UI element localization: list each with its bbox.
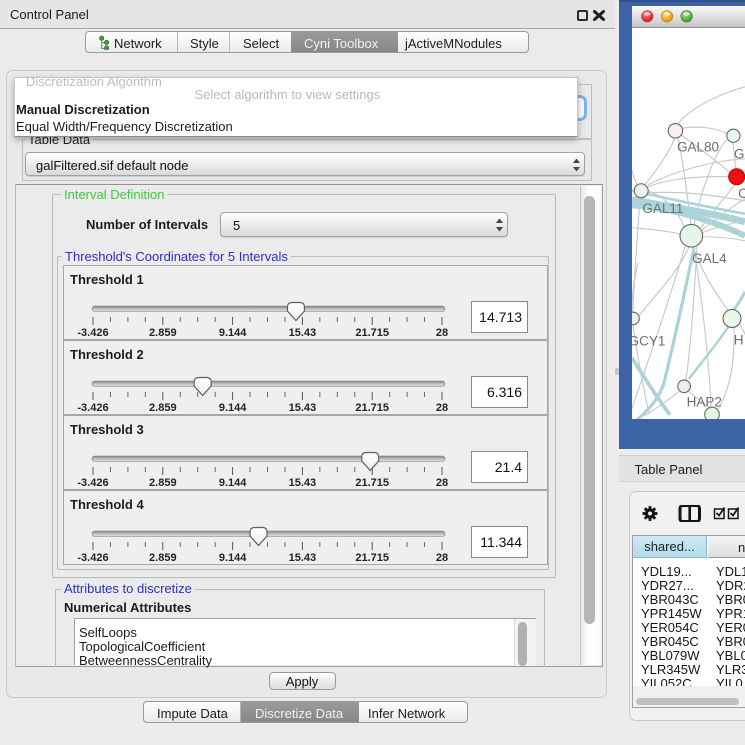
svg-text:GAL4: GAL4 bbox=[692, 250, 727, 265]
svg-text:28: 28 bbox=[436, 552, 448, 564]
svg-text:15.43: 15.43 bbox=[289, 327, 317, 339]
svg-text:GCY1: GCY1 bbox=[632, 333, 665, 348]
svg-text:-3.426: -3.426 bbox=[77, 552, 108, 564]
svg-text:21.715: 21.715 bbox=[355, 402, 389, 414]
svg-text:9.144: 9.144 bbox=[219, 552, 247, 564]
svg-text:H: H bbox=[734, 332, 744, 347]
svg-text:C: C bbox=[738, 186, 745, 201]
svg-text:GAL80: GAL80 bbox=[677, 139, 719, 154]
svg-text:HAP2: HAP2 bbox=[687, 394, 722, 409]
svg-text:21.715: 21.715 bbox=[355, 327, 389, 339]
svg-text:-3.426: -3.426 bbox=[77, 402, 108, 414]
svg-text:2.859: 2.859 bbox=[149, 477, 177, 489]
svg-text:21.715: 21.715 bbox=[355, 552, 389, 564]
svg-text:2.859: 2.859 bbox=[149, 327, 177, 339]
svg-text:28: 28 bbox=[436, 477, 448, 489]
svg-text:G..: G.. bbox=[734, 146, 745, 161]
svg-text:28: 28 bbox=[436, 402, 448, 414]
svg-text:9.144: 9.144 bbox=[219, 477, 247, 489]
svg-text:-3.426: -3.426 bbox=[77, 477, 108, 489]
svg-text:15.43: 15.43 bbox=[289, 477, 317, 489]
svg-text:21.715: 21.715 bbox=[355, 477, 389, 489]
svg-text:15.43: 15.43 bbox=[289, 402, 317, 414]
svg-text:2.859: 2.859 bbox=[149, 552, 177, 564]
svg-text:15.43: 15.43 bbox=[289, 552, 317, 564]
svg-text:28: 28 bbox=[436, 327, 448, 339]
svg-text:2.859: 2.859 bbox=[149, 402, 177, 414]
svg-text:9.144: 9.144 bbox=[219, 402, 247, 414]
svg-text:GAL11: GAL11 bbox=[642, 200, 683, 215]
svg-text:-3.426: -3.426 bbox=[77, 327, 108, 339]
svg-text:9.144: 9.144 bbox=[219, 327, 247, 339]
